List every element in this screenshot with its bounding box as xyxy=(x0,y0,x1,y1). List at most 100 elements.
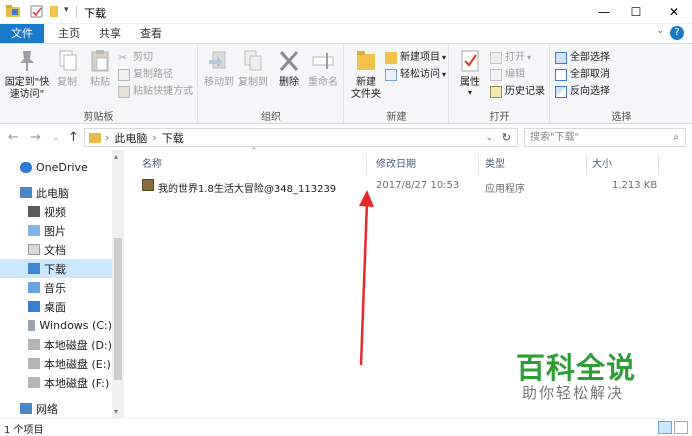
invert-selection-icon xyxy=(555,86,567,98)
clipboard-group: 固定到"快 速访问" 复制 粘贴 ✂ 剪切 复制路径 粘贴快捷方式 剪贴板 xyxy=(0,44,198,125)
copy-to-button[interactable]: 复制到 xyxy=(237,48,269,89)
tab-home[interactable]: 主页 xyxy=(48,24,90,43)
file-modified: 2017/8/27 10:53 xyxy=(376,180,460,191)
properties-qa-icon[interactable] xyxy=(30,5,44,18)
column-name[interactable]: 名称 xyxy=(142,155,162,175)
title-bar: ▾ 下载 — ☐ ✕ xyxy=(0,0,692,24)
breadcrumb-downloads[interactable]: 下载 xyxy=(162,130,184,146)
easy-access-label: 轻松访问 xyxy=(400,69,440,80)
nav-item-drive-f[interactable]: 本地磁盘 (F:) xyxy=(0,373,112,392)
drive-icon xyxy=(28,377,40,388)
edit-button[interactable]: 编辑 xyxy=(490,67,525,83)
copy-path-button[interactable]: 复制路径 xyxy=(118,67,173,83)
paste-shortcut-button[interactable]: 粘贴快捷方式 xyxy=(118,84,193,100)
history-button[interactable]: 历史记录 xyxy=(490,84,545,100)
breadcrumb-separator-icon: › xyxy=(105,131,110,144)
dropdown-caret-icon: ▾ xyxy=(467,88,472,97)
drive-icon xyxy=(28,339,40,350)
up-arrow-icon[interactable]: ↑ xyxy=(68,130,79,145)
breadcrumb-separator-icon: › xyxy=(152,131,157,144)
copy-button[interactable]: 复制 xyxy=(52,48,82,89)
cloud-icon xyxy=(20,162,32,173)
properties-button[interactable]: 属性 ▾ xyxy=(454,48,486,97)
move-to-button[interactable]: 移动到 xyxy=(203,48,235,89)
nav-item-desktop[interactable]: 桌面 xyxy=(0,297,112,316)
table-row[interactable]: 我的世界1.8生活大冒险@348_113239 2017/8/27 10:53 … xyxy=(132,177,662,197)
properties-icon xyxy=(461,50,479,72)
nav-item-drive-e[interactable]: 本地磁盘 (E:) xyxy=(0,354,112,373)
new-folder-button[interactable]: 新建 文件夹 xyxy=(347,48,385,101)
easy-access-button[interactable]: 轻松访问 ▾ xyxy=(385,67,446,83)
new-folder-icon xyxy=(357,51,375,70)
column-divider[interactable] xyxy=(478,155,479,175)
new-item-button[interactable]: 新建项目 ▾ xyxy=(385,50,446,66)
open-button[interactable]: 打开 ▾ xyxy=(490,50,531,66)
recent-locations-icon[interactable]: ⌄ xyxy=(52,133,60,143)
pin-quick-access-button[interactable]: 固定到"快 速访问" xyxy=(4,48,50,101)
nav-item-videos[interactable]: 视频 xyxy=(0,202,112,221)
nav-label: OneDrive xyxy=(36,161,88,174)
paste-shortcut-icon xyxy=(118,86,130,98)
new-folder-qa-icon[interactable] xyxy=(48,5,62,18)
search-icon[interactable]: ⌕ xyxy=(673,129,679,146)
address-dropdown-icon[interactable]: ⌄ xyxy=(485,133,493,143)
address-bar[interactable]: › 此电脑 › 下载 ⌄ ↻ xyxy=(84,128,518,147)
window-title: 下载 xyxy=(84,7,106,20)
pin-label-line1: 固定到"快 xyxy=(4,77,50,88)
minimize-button[interactable]: — xyxy=(588,0,620,24)
nav-item-drive-c[interactable]: Windows (C:) xyxy=(0,316,112,335)
nav-item-drive-d[interactable]: 本地磁盘 (D:) xyxy=(0,335,112,354)
tab-file[interactable]: 文件 xyxy=(0,24,44,43)
scissors-icon: ✂ xyxy=(118,51,128,64)
refresh-icon[interactable]: ↻ xyxy=(502,131,511,144)
nav-item-downloads[interactable]: 下载 xyxy=(0,259,112,278)
tab-view[interactable]: 查看 xyxy=(130,24,172,43)
maximize-button[interactable]: ☐ xyxy=(620,0,652,24)
column-divider[interactable] xyxy=(366,155,367,175)
nav-item-onedrive[interactable]: OneDrive xyxy=(0,158,112,177)
nav-item-this-pc[interactable]: 此电脑 xyxy=(0,183,112,202)
new-item-icon xyxy=(385,52,397,64)
address-row: ← → ⌄ ↑ › 此电脑 › 下载 ⌄ ↻ 搜索"下载" ⌕ xyxy=(0,125,692,150)
back-arrow-icon[interactable]: ← xyxy=(8,130,19,145)
column-size[interactable]: 大小 xyxy=(592,155,612,175)
chevron-down-icon[interactable]: ⌄ xyxy=(656,26,664,36)
dropdown-caret-icon: ▾ xyxy=(442,70,447,79)
tab-share[interactable]: 共享 xyxy=(89,24,131,43)
close-button[interactable]: ✕ xyxy=(656,0,692,24)
desktop-folder-icon xyxy=(28,301,40,312)
scroll-down-icon[interactable]: ▾ xyxy=(114,407,118,416)
rename-button[interactable]: 重命名 xyxy=(305,48,341,89)
downloads-folder-icon xyxy=(89,132,101,143)
nav-item-pictures[interactable]: 图片 xyxy=(0,221,112,240)
invert-selection-button[interactable]: 反向选择 xyxy=(555,84,610,100)
move-to-label: 移动到 xyxy=(204,77,234,88)
nav-item-documents[interactable]: 文档 xyxy=(0,240,112,259)
column-modified[interactable]: 修改日期 xyxy=(376,155,416,175)
nav-item-music[interactable]: 音乐 xyxy=(0,278,112,297)
cut-button[interactable]: ✂ 剪切 xyxy=(118,50,153,66)
nav-label: 本地磁盘 (D:) xyxy=(43,338,112,352)
scroll-up-icon[interactable]: ▴ xyxy=(114,152,118,161)
folder-icon xyxy=(6,5,20,17)
paste-button[interactable]: 粘贴 xyxy=(84,48,116,89)
delete-button[interactable]: 删除 xyxy=(275,48,303,89)
column-divider[interactable] xyxy=(658,155,659,175)
easy-access-icon xyxy=(385,69,397,81)
select-none-button[interactable]: 全部取消 xyxy=(555,67,610,83)
nav-label: 桌面 xyxy=(44,300,66,314)
rename-icon xyxy=(312,53,334,69)
search-input[interactable]: 搜索"下载" ⌕ xyxy=(524,128,686,147)
details-view-icon[interactable] xyxy=(658,421,672,434)
forward-arrow-icon[interactable]: → xyxy=(30,130,41,145)
nav-scrollbar[interactable]: ▴ ▾ xyxy=(112,150,124,418)
scroll-thumb[interactable] xyxy=(114,238,122,380)
history-label: 历史记录 xyxy=(505,86,545,97)
breadcrumb-this-pc[interactable]: 此电脑 xyxy=(114,130,147,146)
help-icon[interactable]: ? xyxy=(670,26,684,40)
large-icons-view-icon[interactable] xyxy=(674,421,688,434)
nav-item-network[interactable]: 网络 xyxy=(0,399,112,418)
select-all-button[interactable]: 全部选择 xyxy=(555,50,610,66)
column-type[interactable]: 类型 xyxy=(485,155,505,175)
column-divider[interactable] xyxy=(586,155,587,175)
